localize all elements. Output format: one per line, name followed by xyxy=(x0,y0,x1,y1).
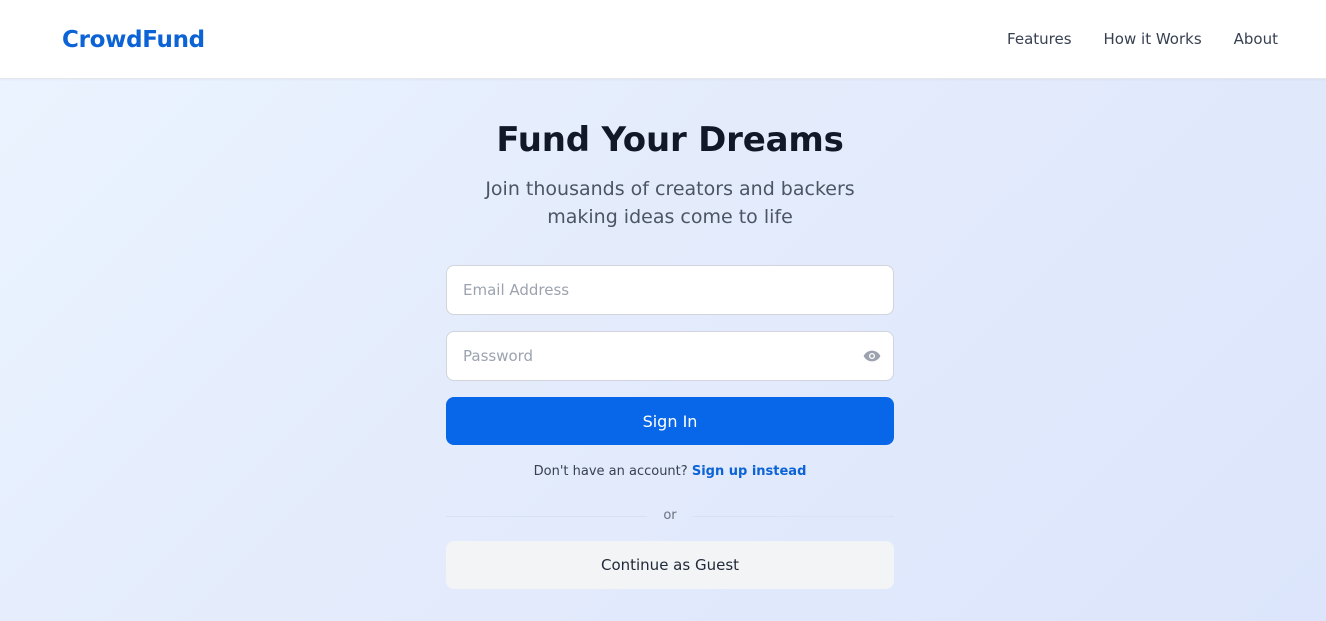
page-subtitle: Join thousands of creators and backers m… xyxy=(485,178,855,228)
nav-link-how-it-works[interactable]: How it Works xyxy=(1104,29,1202,49)
continue-as-guest-button[interactable]: Continue as Guest xyxy=(446,541,894,589)
email-input[interactable] xyxy=(447,266,893,314)
divider-line-left xyxy=(446,515,648,517)
sign-up-link[interactable]: Sign up instead xyxy=(692,464,807,479)
no-account-text: Don't have an account? xyxy=(533,464,688,479)
nav-link-about[interactable]: About xyxy=(1234,29,1278,49)
signup-prompt: Don't have an account? Sign up instead xyxy=(446,463,894,481)
nav-link-features[interactable]: Features xyxy=(1007,29,1072,49)
main-nav: Features How it Works About xyxy=(1007,29,1278,49)
brand-logo[interactable]: CrowdFund xyxy=(62,26,205,54)
password-input[interactable] xyxy=(447,332,893,380)
password-field-wrapper xyxy=(446,331,894,381)
sign-in-button[interactable]: Sign In xyxy=(446,397,894,445)
divider-line-right xyxy=(692,515,894,517)
or-divider: or xyxy=(446,507,894,525)
login-panel: Fund Your Dreams Join thousands of creat… xyxy=(446,79,894,589)
eye-icon[interactable] xyxy=(862,347,882,365)
page-title: Fund Your Dreams xyxy=(496,120,844,160)
email-field-wrapper xyxy=(446,265,894,315)
divider-text: or xyxy=(663,508,677,523)
top-navbar: CrowdFund Features How it Works About xyxy=(0,0,1326,79)
